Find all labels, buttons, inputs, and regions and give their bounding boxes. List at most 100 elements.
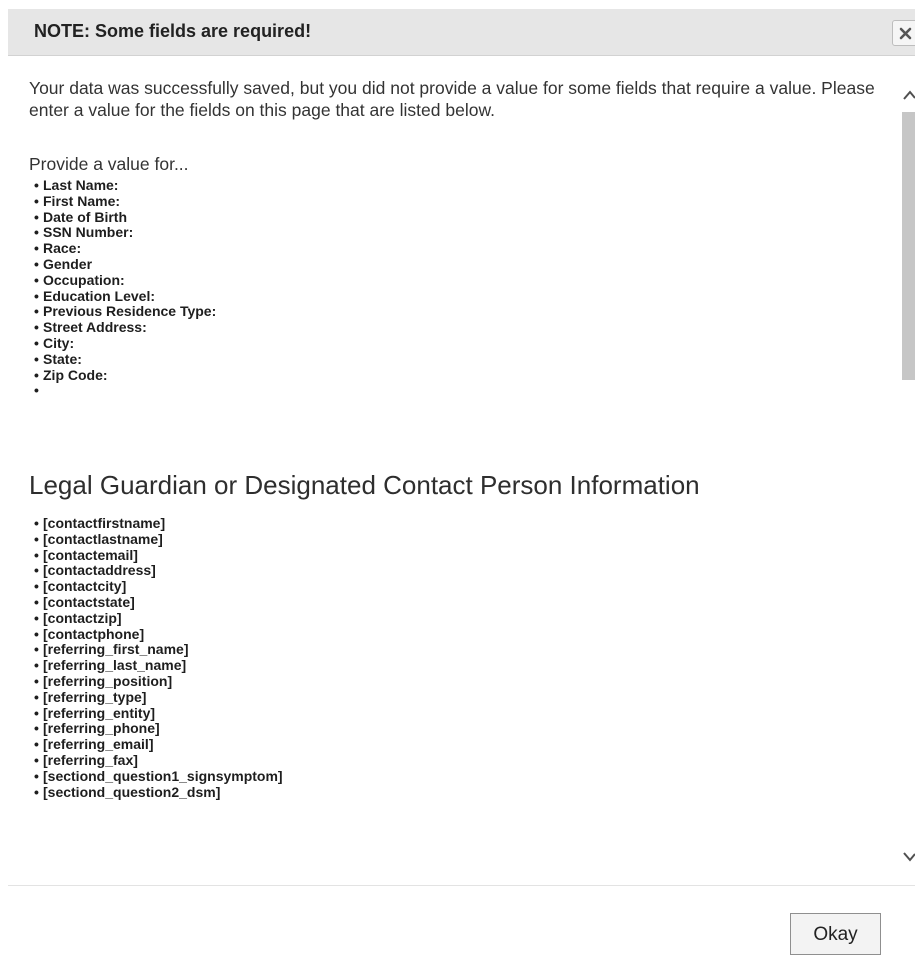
contact-field-item-label: [referring_entity]: [43, 704, 156, 721]
dialog-footer: Okay: [8, 885, 915, 955]
required-field-item-label: Gender: [43, 255, 93, 272]
close-button[interactable]: [892, 20, 915, 46]
bullet-marker: •: [34, 641, 39, 658]
required-field-item-label: Zip Code:: [43, 366, 108, 383]
contact-field-item: • [contactlastname]: [34, 530, 283, 548]
required-field-item: • SSN Number:: [34, 224, 216, 241]
contact-field-item-label: [referring_last_name]: [43, 657, 187, 674]
bullet-marker: •: [34, 287, 39, 304]
bullet-marker: •: [34, 255, 39, 272]
bullet-marker: •: [34, 303, 39, 320]
contact-field-item: • [contactphone]: [34, 625, 283, 643]
bullet-marker: •: [34, 192, 39, 209]
bullet-marker: •: [34, 530, 39, 547]
contact-field-item-label: [contactphone]: [43, 625, 145, 642]
contact-field-item: • [referring_type]: [34, 688, 283, 706]
contact-field-item-label: [sectiond_question1_signsymptom]: [43, 767, 283, 784]
required-field-item: • Last Name:: [34, 177, 216, 194]
close-x-icon: [899, 27, 912, 40]
vertical-scrollbar[interactable]: [902, 56, 915, 881]
bullet-marker: •: [34, 672, 39, 689]
dialog-content[interactable]: Your data was successfully saved, but yo…: [8, 56, 915, 881]
bullet-marker: •: [34, 224, 39, 241]
contact-field-item: • [referring_fax]: [34, 751, 283, 769]
bullet-marker: •: [34, 593, 39, 610]
contact-field-item: • [contactemail]: [34, 546, 283, 564]
contact-field-item-label: [contactaddress]: [43, 562, 156, 579]
bullet-marker: •: [34, 515, 39, 531]
contact-field-item-label: [referring_first_name]: [43, 641, 189, 658]
required-field-item-label: First Name:: [43, 192, 121, 209]
required-field-item-label: Education Level:: [43, 287, 156, 304]
bullet-marker: •: [34, 578, 39, 595]
required-field-item-label: Previous Residence Type:: [43, 303, 217, 320]
contact-field-item-label: [contactlastname]: [43, 530, 163, 547]
bullet-marker: •: [34, 366, 39, 383]
bullet-marker: •: [34, 382, 39, 399]
section-heading: Legal Guardian or Designated Contact Per…: [29, 470, 700, 500]
contact-field-item: • [referring_email]: [34, 736, 283, 753]
contact-field-item: • [sectiond_question1_signsymptom]: [34, 767, 283, 785]
bullet-marker: •: [34, 657, 39, 674]
contact-field-item: • [referring_position]: [34, 672, 283, 690]
required-field-item-label: City:: [43, 334, 75, 351]
required-field-item: • Date of Birth: [34, 208, 216, 226]
contact-field-item-label: [contactemail]: [43, 546, 138, 563]
required-field-item: • Previous Residence Type:: [34, 303, 217, 320]
contact-field-item: • [contactfirstname]: [34, 515, 283, 532]
contact-field-item-label: [referring_type]: [43, 688, 147, 705]
required-field-item: • Street Address:: [34, 319, 216, 336]
bullet-marker: •: [34, 334, 39, 351]
contact-field-item: • [referring_phone]: [34, 720, 283, 737]
required-field-item: • First Name:: [34, 192, 216, 210]
contact-field-item-label: [contactzip]: [43, 609, 122, 626]
bullet-marker: •: [34, 319, 39, 336]
contact-field-item-label: [contactstate]: [43, 593, 135, 610]
bullet-marker: •: [34, 208, 39, 225]
contact-field-item: • [referring_entity]: [34, 704, 283, 722]
contact-field-item-label: [contactfirstname]: [43, 515, 166, 531]
required-field-item-label: Occupation:: [43, 271, 125, 288]
bullet-marker: •: [34, 177, 39, 193]
bullet-marker: •: [34, 609, 39, 626]
contact-field-item: • [contactaddress]: [34, 562, 283, 579]
required-fields-dialog: NOTE: Some fields are required! Your dat…: [8, 9, 915, 955]
bullet-marker: •: [34, 704, 39, 721]
contact-field-item: • [contactcity]: [34, 578, 283, 595]
required-field-item-label: Street Address:: [43, 319, 147, 336]
contact-field-item-label: [referring_position]: [43, 672, 173, 689]
contact-fields-list: • [contactfirstname] • [contactlastname] • [c…: [34, 515, 283, 801]
bullet-marker: •: [34, 546, 39, 563]
contact-field-item: • [referring_first_name]: [34, 641, 283, 658]
dialog-title: NOTE: Some fields are required!: [34, 21, 312, 41]
provide-value-label: Provide a value for...: [29, 154, 189, 174]
required-field-item: • State:: [34, 350, 216, 368]
scroll-down-arrow-icon[interactable]: [902, 846, 915, 866]
required-field-item: • Education Level:: [34, 287, 216, 305]
bullet-marker: •: [34, 562, 39, 579]
required-fields-list: • Last Name: • First Name: • Date of Birth • SS…: [34, 177, 217, 399]
contact-field-item-label: [referring_email]: [43, 736, 154, 753]
required-field-item: • Race:: [34, 240, 216, 257]
bullet-marker: •: [34, 350, 39, 367]
bullet-marker: •: [34, 751, 39, 768]
okay-button[interactable]: Okay: [790, 913, 881, 955]
scrollbar-thumb[interactable]: [902, 112, 915, 380]
contact-field-item: • [contactzip]: [34, 609, 283, 627]
contact-field-item-label: [referring_phone]: [43, 720, 160, 737]
contact-field-item: • [contactstate]: [34, 593, 283, 611]
scroll-up-arrow-icon[interactable]: [902, 86, 915, 106]
contact-field-item-label: [referring_fax]: [43, 751, 138, 768]
required-field-item-label: Date of Birth: [43, 208, 127, 225]
required-field-item: • Gender: [34, 255, 216, 273]
bullet-marker: •: [34, 271, 39, 288]
required-field-item: • Occupation:: [34, 271, 216, 289]
contact-field-item: • [sectiond_question2_dsm]: [34, 784, 283, 801]
intro-message: Your data was successfully saved, but yo…: [29, 78, 875, 120]
required-field-item-label: SSN Number:: [43, 224, 134, 241]
required-field-item-label: State:: [43, 350, 82, 367]
contact-field-item-label: [contactcity]: [43, 578, 127, 595]
required-field-item: • City:: [34, 334, 216, 352]
bullet-marker: •: [34, 767, 39, 784]
bullet-marker: •: [34, 688, 39, 705]
